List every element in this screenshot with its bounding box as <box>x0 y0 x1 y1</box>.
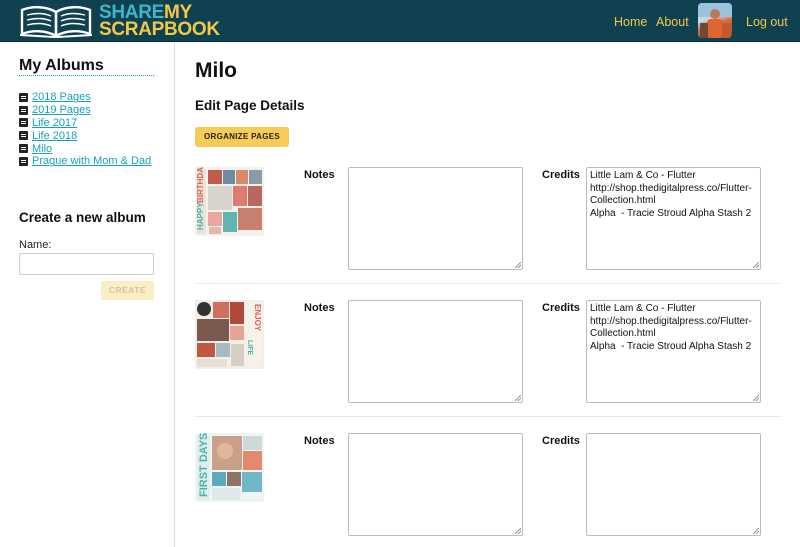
album-list-item: Life 2018 <box>19 129 151 142</box>
album-link-2018-pages[interactable]: 2018 Pages <box>32 91 91 103</box>
page-row: FIRST DAYS Notes Credits <box>195 433 781 547</box>
album-book-icon <box>19 118 28 128</box>
create-album-button[interactable]: CREATE <box>101 281 154 300</box>
album-list-item: Prague with Mom & Dad <box>19 155 151 168</box>
site-logo[interactable]: SHAREMY SCRAPBOOK <box>18 3 220 39</box>
svg-text:HAPPY: HAPPY <box>196 202 205 230</box>
svg-text:ENJOY: ENJOY <box>253 304 262 332</box>
notes-label: Notes <box>304 435 335 447</box>
page-row: ENJOY LIFE Notes Credits Little Lam & Co… <box>195 300 781 420</box>
credits-textarea[interactable]: Little Lam & Co - Flutter http://shop.th… <box>586 167 761 270</box>
heading-divider <box>19 75 154 76</box>
organize-pages-button[interactable]: ORGANIZE PAGES <box>195 127 289 147</box>
album-link-milo[interactable]: Milo <box>32 143 52 155</box>
album-list: 2018 Pages 2019 Pages Life 2017 Life 201… <box>19 91 151 168</box>
notes-label: Notes <box>304 302 335 314</box>
open-book-icon <box>19 6 93 38</box>
album-list-item: 2019 Pages <box>19 104 151 117</box>
nav-home-link[interactable]: Home <box>614 15 647 29</box>
my-albums-heading: My Albums <box>19 57 104 74</box>
user-avatar[interactable] <box>698 3 732 38</box>
section-heading: Edit Page Details <box>195 98 305 113</box>
album-list-item: Life 2017 <box>19 117 151 130</box>
svg-text:BIRTHDAY: BIRTHDAY <box>196 167 205 203</box>
row-divider <box>195 283 781 284</box>
svg-text:FIRST DAYS: FIRST DAYS <box>198 433 210 497</box>
logo-scrapbook-text: SCRAPBOOK <box>99 19 220 40</box>
album-book-icon <box>19 105 28 115</box>
album-book-icon <box>19 92 28 102</box>
album-book-icon <box>19 156 28 166</box>
nav-about-link[interactable]: About <box>656 15 689 29</box>
notes-textarea[interactable] <box>348 167 523 270</box>
album-link-life-2018[interactable]: Life 2018 <box>32 130 77 142</box>
album-book-icon <box>19 144 28 154</box>
credits-label: Credits <box>542 435 580 447</box>
logo-wordmark: SHAREMY SCRAPBOOK <box>99 3 220 40</box>
page-thumbnail[interactable]: FIRST DAYS <box>195 433 264 502</box>
notes-textarea[interactable] <box>348 433 523 536</box>
credits-label: Credits <box>542 302 580 314</box>
album-link-life-2017[interactable]: Life 2017 <box>32 117 77 129</box>
album-name-input[interactable] <box>19 253 154 275</box>
album-link-prague[interactable]: Prague with Mom & Dad <box>32 155 151 167</box>
credits-label: Credits <box>542 169 580 181</box>
album-list-item: Milo <box>19 142 151 155</box>
credits-textarea[interactable] <box>586 433 761 536</box>
album-book-icon <box>19 131 28 141</box>
notes-textarea[interactable] <box>348 300 523 403</box>
page-thumbnail[interactable]: ENJOY LIFE <box>195 300 264 369</box>
album-name-label: Name: <box>19 239 52 251</box>
svg-text:LIFE: LIFE <box>246 340 253 355</box>
page-row: HAPPY BIRTHDAY Notes Credits Little Lam … <box>195 167 781 287</box>
page-thumbnail[interactable]: HAPPY BIRTHDAY <box>195 167 264 236</box>
nav-logout-link[interactable]: Log out <box>746 15 788 29</box>
page-title: Milo <box>195 59 237 82</box>
create-album-heading: Create a new album <box>19 210 146 225</box>
notes-label: Notes <box>304 169 335 181</box>
credits-textarea[interactable]: Little Lam & Co - Flutter http://shop.th… <box>586 300 761 403</box>
row-divider <box>195 416 781 417</box>
album-list-item: 2018 Pages <box>19 91 151 104</box>
album-link-2019-pages[interactable]: 2019 Pages <box>32 104 91 116</box>
top-navbar: SHAREMY SCRAPBOOK Home About Log out <box>0 0 800 42</box>
